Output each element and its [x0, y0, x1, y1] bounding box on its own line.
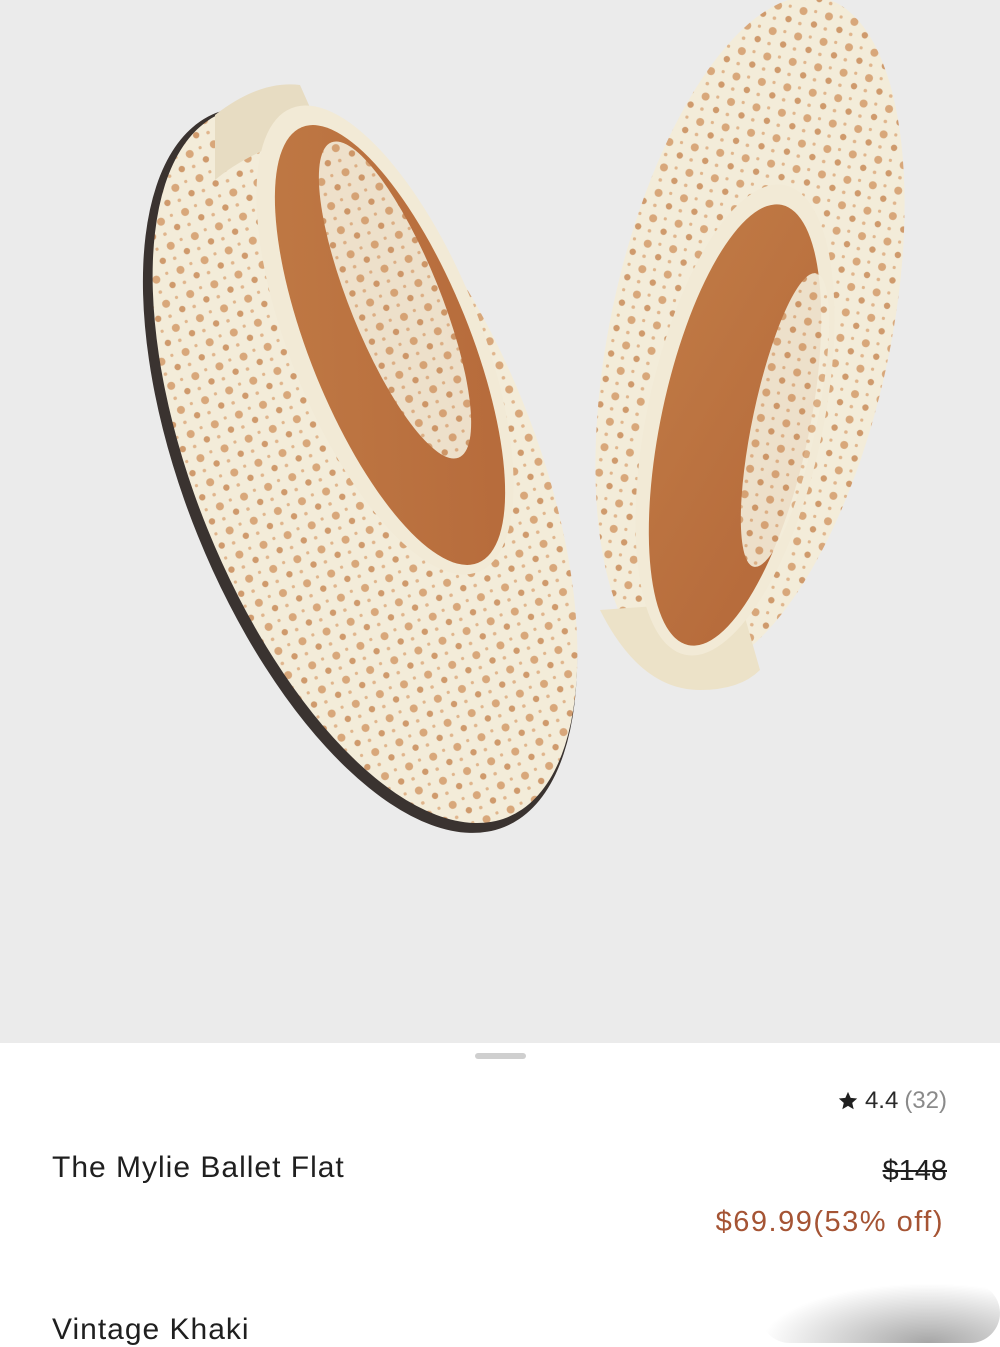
sale-price-line: $69.99(53% off) [716, 1206, 944, 1239]
sale-price: $69.99 [715, 1206, 814, 1238]
product-details-sheet: 4.4 (32) The Mylie Ballet Flat $148 $69.… [0, 1043, 1000, 1346]
star-icon [838, 1091, 858, 1110]
original-price: $148 [882, 1155, 947, 1187]
color-swatch-shadow [760, 1283, 1000, 1343]
product-image[interactable] [0, 0, 1000, 1043]
color-name: Vintage Khaki [52, 1313, 250, 1346]
discount-percent: (53% off) [813, 1206, 944, 1238]
left-shoe [142, 84, 578, 833]
review-count[interactable]: (32) [904, 1087, 947, 1115]
rating-value: 4.4 [864, 1087, 899, 1114]
product-title: The Mylie Ballet Flat [52, 1151, 345, 1184]
rating-summary[interactable]: 4.4 (32) [837, 1087, 947, 1115]
drag-handle[interactable] [475, 1053, 526, 1059]
right-shoe [595, 0, 905, 690]
shoe-pair-photo [142, 0, 905, 833]
